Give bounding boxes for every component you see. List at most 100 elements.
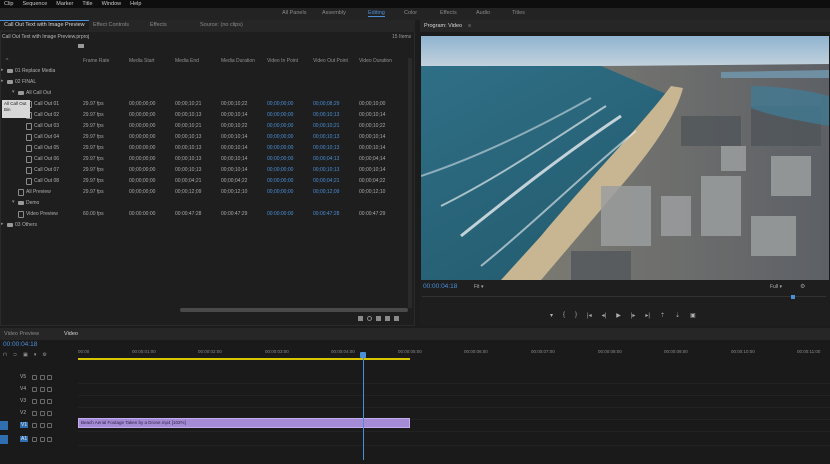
sync-icon[interactable] [40,387,45,392]
lock-icon[interactable] [32,437,37,442]
sync-icon[interactable] [40,411,45,416]
sync-icon[interactable] [40,399,45,404]
scrub-bar[interactable] [422,296,826,297]
project-row[interactable]: ▸ 01 Replace Media [0,66,410,77]
sync-icon[interactable] [40,437,45,442]
expand-arrow-icon[interactable]: ▸ [1,67,4,73]
workspace-tab-audio[interactable]: Audio [476,10,490,16]
tab-project-2[interactable]: Effects [150,22,167,28]
search-icon[interactable] [367,316,372,321]
mark-in-icon[interactable]: { [563,312,565,319]
sync-icon[interactable] [40,423,45,428]
snap-icon[interactable]: ⊓ [3,352,7,358]
menu-item-title[interactable]: Title [78,1,97,7]
add-marker-icon[interactable]: ▾ [550,312,553,319]
new-item-icon[interactable] [376,316,381,321]
lock-icon[interactable] [32,423,37,428]
linked-icon[interactable]: ⊃ [13,352,17,358]
workspace-tab-color[interactable]: Color [404,10,417,16]
eye-icon[interactable] [47,399,52,404]
column-header-media-duration[interactable]: Media Duration [221,58,255,64]
bin-icon[interactable] [358,316,363,321]
track-source-toggle[interactable] [0,435,8,444]
project-row[interactable]: Call Out 08 29.97 fps 00;00;00;00 00;00;04;… [0,176,410,187]
playhead-handle[interactable] [360,352,366,358]
expand-arrow-icon[interactable]: ▾ [12,89,15,95]
fit-dropdown[interactable]: Fit ▾ [474,284,483,290]
tab-project-1[interactable]: Effect Controls [93,22,129,28]
project-row[interactable]: ▸ 03 Others [0,220,410,231]
eye-icon[interactable] [47,375,52,380]
project-row[interactable]: Call Out 04 29.97 fps 00;00;00;00 00;00;10;… [0,132,410,143]
timeline-timecode[interactable]: 00:00:04:18 [3,341,37,348]
trash-icon[interactable] [394,316,399,321]
lock-icon[interactable] [32,375,37,380]
step-forward-icon[interactable]: |▸ [631,312,636,319]
video-clip[interactable]: Beach Aerial Footage Taken by a Drone.mp… [78,418,410,428]
lock-icon[interactable] [32,387,37,392]
project-row[interactable]: Call Out 07 29.97 fps 00;00;00;00 00;00;10;… [0,165,410,176]
sort-chevron-icon[interactable]: ^ [6,58,8,64]
sequence-icon[interactable]: ▣ [23,352,28,358]
menu-item-help[interactable]: Help [126,1,146,7]
workspace-tab-editing[interactable]: Editing [368,10,385,17]
expand-arrow-icon[interactable]: ▾ [12,199,15,205]
project-row[interactable]: ▾ All Call Out [0,88,410,99]
project-row[interactable]: Call Out 05 29.97 fps 00;00;00;00 00;00;10;… [0,143,410,154]
menu-item-clip[interactable]: Clip [0,1,18,7]
tab-timeline-0[interactable]: Video Preview [4,331,39,337]
project-row[interactable]: Call Out 06 29.97 fps 00;00;00;00 00;00;10;… [0,154,410,165]
project-row[interactable]: ▾ Demo [0,198,410,209]
column-header-frame-rate[interactable]: Frame Rate [83,58,109,64]
lift-icon[interactable]: ⇡ [660,312,665,319]
go-to-in-icon[interactable]: |◂ [587,312,592,319]
tab-timeline-1[interactable]: Video [64,331,78,337]
column-header-video-duration[interactable]: Video Duration [359,58,392,64]
workspace-tab-assembly[interactable]: Assembly [322,10,346,16]
eye-icon[interactable] [47,437,52,442]
project-row[interactable]: ▸ 02 FINAL [0,77,410,88]
column-header-video-in-point[interactable]: Video In Point [267,58,298,64]
wrench-icon[interactable]: ⚙ [800,283,805,290]
column-header-media-start[interactable]: Media Start [129,58,155,64]
project-row[interactable]: Call Out 03 29.97 fps 00;00;00;00 00;00;10;… [0,121,410,132]
track-lane-v4[interactable] [78,385,830,396]
track-label[interactable]: A1 [20,436,29,442]
track-source-toggle[interactable] [0,421,8,430]
sync-icon[interactable] [40,375,45,380]
eye-icon[interactable] [47,423,52,428]
project-row[interactable]: Call Out 02 29.97 fps 00;00;00;00 00;00;10;… [0,110,410,121]
marker-icon[interactable]: ▾ [34,352,37,358]
go-to-out-icon[interactable]: ▸| [645,312,650,319]
project-row[interactable]: All Preview 29.97 fps 00;00;00;00 00;00;12;… [0,187,410,198]
lock-icon[interactable] [32,411,37,416]
track-label[interactable]: V5 [20,374,26,380]
expand-arrow-icon[interactable]: ▸ [1,78,4,84]
tab-project-3[interactable]: Source: (no clips) [200,22,243,28]
track-lane-v5[interactable] [78,373,830,384]
extract-icon[interactable]: ⇣ [675,312,680,319]
track-lane-v3[interactable] [78,397,830,408]
play-icon[interactable]: ▶ [616,312,621,319]
export-frame-icon[interactable]: ▣ [690,312,696,319]
resolution-dropdown[interactable]: Full ▾ [770,284,782,290]
program-monitor-title[interactable]: Program: Video [424,23,462,29]
program-timecode[interactable]: 00:00:04:18 [423,283,457,290]
track-label[interactable]: V1 [20,422,29,428]
workspace-tab-titles[interactable]: Titles [512,10,525,16]
new-bin-icon[interactable] [78,44,84,48]
playhead-marker[interactable] [791,295,795,299]
step-back-icon[interactable]: ◂| [602,312,607,319]
work-area-bar[interactable] [78,358,410,360]
workspace-tab-effects[interactable]: Effects [440,10,457,16]
eye-icon[interactable] [47,387,52,392]
vertical-scrollbar[interactable] [408,58,412,308]
menu-item-window[interactable]: Window [98,1,127,7]
workspace-tab-all-panels[interactable]: All Panels [282,10,306,16]
tab-project-0[interactable]: Call Out Text with Image Preview [0,20,89,30]
track-lane-a1[interactable] [78,435,830,446]
expand-arrow-icon[interactable]: ▸ [1,221,4,227]
column-header-video-out-point[interactable]: Video Out Point [313,58,348,64]
panel-menu-icon[interactable]: ≡ [468,23,471,29]
folder-icon[interactable] [385,316,390,321]
